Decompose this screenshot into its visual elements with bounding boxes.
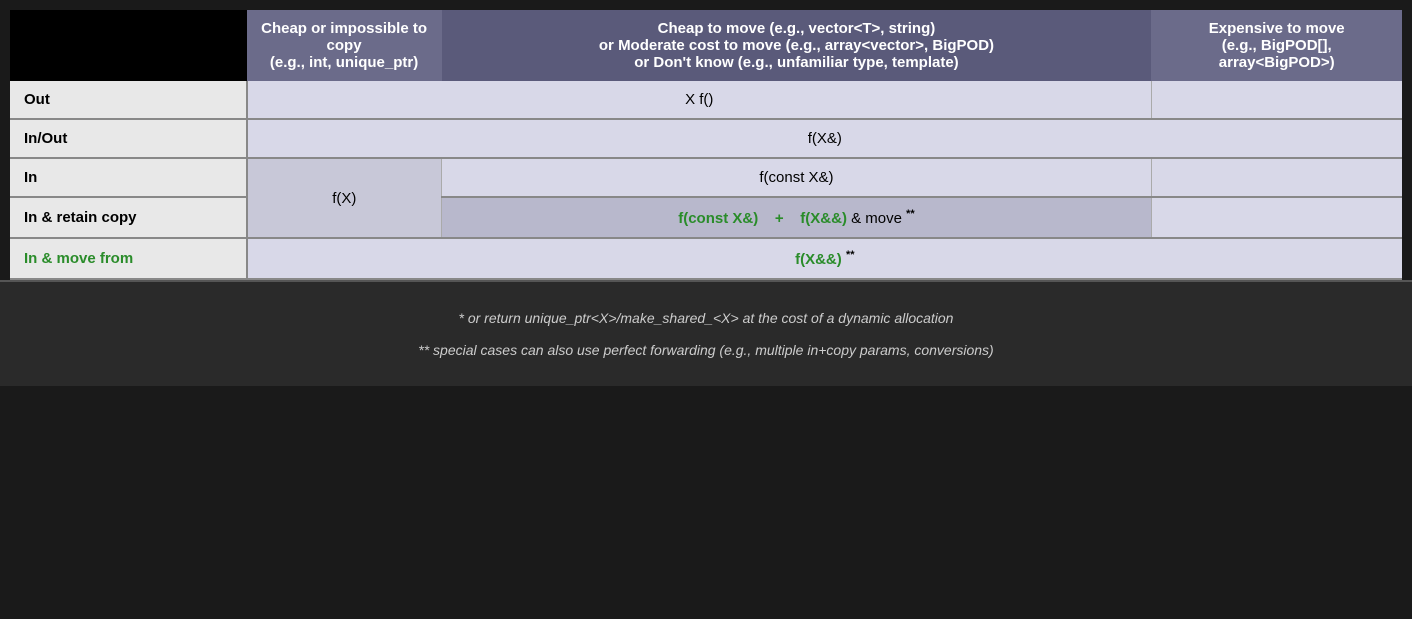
table-row: In f(X) f(const X&) bbox=[10, 158, 1402, 197]
header-moderate: Cheap to move (e.g., vector<T>, string) … bbox=[442, 10, 1152, 81]
cell-out-expensive bbox=[1151, 81, 1402, 119]
cell-movefrom-main: f(X&&) ** bbox=[247, 238, 1402, 279]
cell-out-main: X f() bbox=[247, 81, 1152, 119]
row-label-out: Out bbox=[10, 81, 247, 119]
header-moderate-example1: (e.g., vector<T>, string) bbox=[769, 20, 935, 37]
header-expensive: Expensive to move (e.g., BigPOD[], array… bbox=[1151, 10, 1402, 81]
retain-green-text: f(const X&) + f(X&&) bbox=[678, 210, 847, 227]
header-empty bbox=[10, 10, 247, 81]
header-cheap-example: (e.g., int, unique_ptr) bbox=[270, 54, 418, 71]
retain-move-text: & move bbox=[851, 210, 902, 227]
header-moderate-bold1: Cheap to move bbox=[658, 20, 766, 37]
table-row: Out X f() bbox=[10, 81, 1402, 119]
main-table: Cheap or impossible to copy (e.g., int, … bbox=[10, 10, 1402, 280]
header-cheap: Cheap or impossible to copy (e.g., int, … bbox=[247, 10, 442, 81]
cell-in-expensive bbox=[1151, 158, 1402, 197]
header-moderate-bold2: Moderate cost to move bbox=[618, 37, 781, 54]
table-row: In & retain copy f(const X&) + f(X&&) & … bbox=[10, 197, 1402, 238]
header-moderate-bold3: Don't know bbox=[653, 54, 733, 71]
note-line-1: * or return unique_ptr<X>/make_shared_<X… bbox=[30, 302, 1382, 334]
table-row: In & move from f(X&&) ** bbox=[10, 238, 1402, 279]
movefrom-green-text: f(X&&) bbox=[795, 251, 842, 268]
header-moderate-example3: (e.g., unfamiliar type, template) bbox=[738, 54, 959, 71]
header-moderate-example2: (e.g., array<vector>, BigPOD) bbox=[786, 37, 994, 54]
cell-retain-expensive bbox=[1151, 197, 1402, 238]
header-moderate-or1: or bbox=[599, 37, 618, 54]
row-label-retain: In & retain copy bbox=[10, 197, 247, 238]
retain-superscript: ** bbox=[906, 208, 915, 220]
row-label-in: In bbox=[10, 158, 247, 197]
cell-in-cheap: f(X) bbox=[247, 158, 442, 238]
movefrom-superscript: ** bbox=[846, 249, 855, 261]
cell-retain-moderate: f(const X&) + f(X&&) & move ** bbox=[442, 197, 1152, 238]
table-wrapper: Cheap or impossible to copy (e.g., int, … bbox=[0, 0, 1412, 280]
row-label-inout: In/Out bbox=[10, 119, 247, 158]
notes-section: * or return unique_ptr<X>/make_shared_<X… bbox=[0, 282, 1412, 386]
header-moderate-or2: or bbox=[634, 54, 653, 71]
note-line-2: ** special cases can also use perfect fo… bbox=[30, 334, 1382, 366]
header-cheap-bold: Cheap or impossible to copy bbox=[261, 20, 427, 54]
cell-in-moderate: f(const X&) bbox=[442, 158, 1152, 197]
row-label-movefrom: In & move from bbox=[10, 238, 247, 279]
header-expensive-example: (e.g., BigPOD[], array<BigPOD>) bbox=[1219, 37, 1335, 71]
header-expensive-bold: Expensive to move bbox=[1209, 20, 1345, 37]
table-section: Cheap or impossible to copy (e.g., int, … bbox=[0, 0, 1412, 282]
cell-inout-main: f(X&) bbox=[247, 119, 1402, 158]
main-container: Cheap or impossible to copy (e.g., int, … bbox=[0, 0, 1412, 386]
table-row: In/Out f(X&) bbox=[10, 119, 1402, 158]
